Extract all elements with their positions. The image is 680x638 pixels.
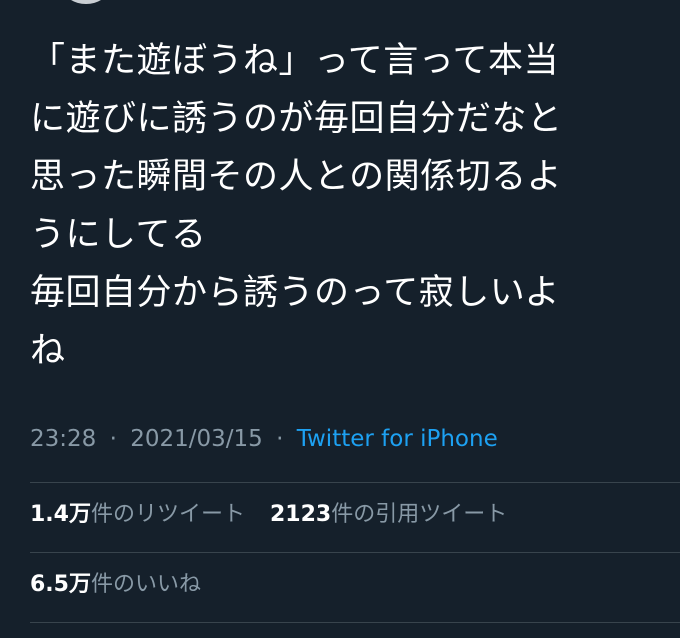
retweet-count-label: 件のリツイート — [90, 502, 245, 527]
tweet-text-line: に遊びに誘うのが毎回自分だなと — [30, 99, 563, 139]
quote-tweet-count-label: 件の引用ツイート — [331, 502, 508, 527]
tweet-text-line: ね — [30, 331, 66, 371]
quote-tweet-count-value: 2123 — [270, 502, 332, 527]
divider — [30, 622, 680, 623]
like-count-value: 6.5万 — [30, 572, 91, 597]
tweet-time[interactable]: 23:28 — [30, 426, 96, 452]
like-count[interactable]: 6.5万件のいいね — [30, 570, 201, 600]
tweet-text: 「また遊ぼうね」って言って本当 に遊びに誘うのが毎回自分だなと 思った瞬間その人… — [30, 32, 660, 380]
divider — [30, 552, 680, 553]
avatar[interactable] — [64, 0, 108, 4]
likes-stats-row: 6.5万件のいいね — [30, 570, 219, 600]
quote-tweet-count[interactable]: 2123件の引用ツイート — [270, 500, 507, 530]
like-count-label: 件のいいね — [90, 572, 201, 597]
retweet-count-value: 1.4万 — [30, 502, 91, 527]
tweet-source-link[interactable]: Twitter for iPhone — [297, 426, 498, 452]
separator-dot: · — [109, 426, 117, 452]
divider — [30, 482, 680, 483]
retweet-count[interactable]: 1.4万件のリツイート — [30, 500, 245, 530]
separator-dot: · — [276, 426, 284, 452]
tweet-text-line: 毎回自分から誘うのって寂しいよ — [30, 273, 561, 313]
tweet-date[interactable]: 2021/03/15 — [130, 426, 263, 452]
tweet-text-line: 「また遊ぼうね」って言って本当 — [30, 41, 560, 81]
tweet-metadata: 23:28 · 2021/03/15 · Twitter for iPhone — [30, 424, 498, 454]
tweet-text-line: 思った瞬間その人との関係切るよ — [30, 157, 563, 197]
engagement-stats-row: 1.4万件のリツイート 2123件の引用ツイート — [30, 500, 525, 530]
tweet-text-line: うにしてる — [30, 215, 207, 255]
